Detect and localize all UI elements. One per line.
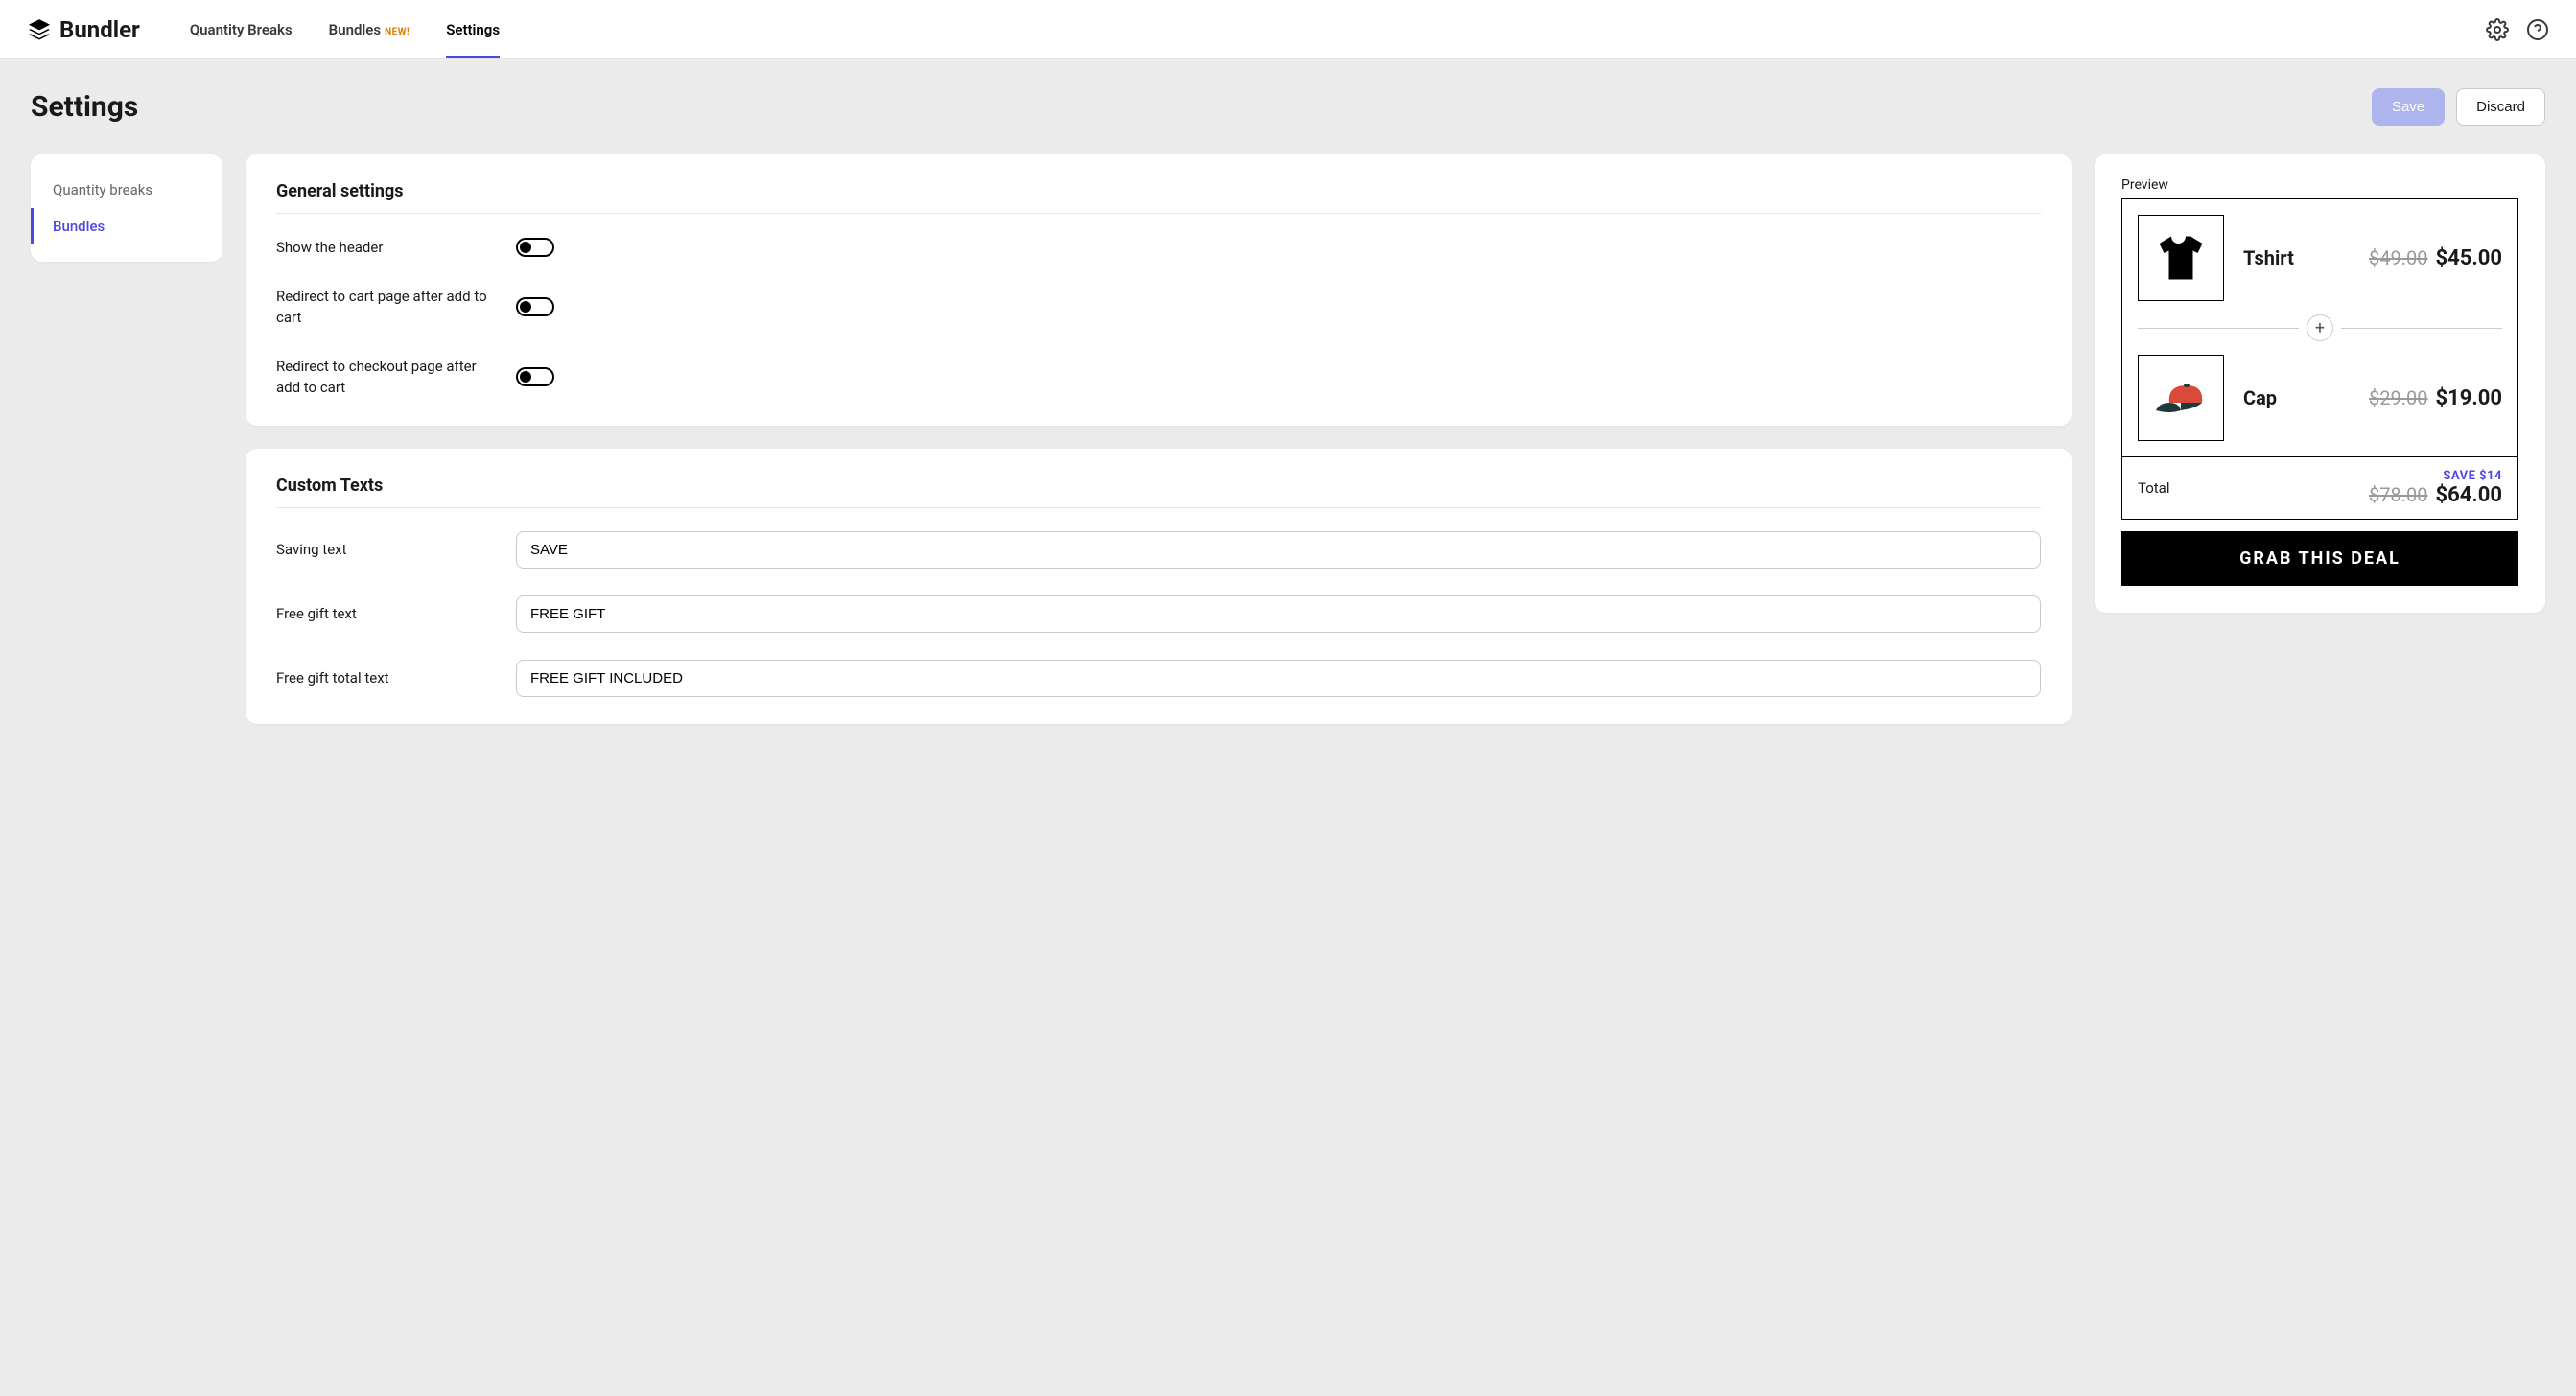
nav-settings[interactable]: Settings <box>446 2 500 58</box>
setting-label: Free gift text <box>276 603 516 625</box>
sidebar-item-quantity-breaks[interactable]: Quantity breaks <box>31 172 222 208</box>
setting-row: Free gift total text <box>276 660 2041 697</box>
stack-icon <box>27 17 52 42</box>
gear-icon[interactable] <box>2486 18 2509 41</box>
grab-deal-button[interactable]: GRAB THIS DEAL <box>2121 531 2518 586</box>
plus-icon: + <box>2307 314 2333 341</box>
saving-text-input[interactable] <box>516 531 2041 569</box>
preview-old-price: $49.00 <box>2369 246 2427 269</box>
help-icon[interactable] <box>2526 18 2549 41</box>
nav-bundles[interactable]: BundlesNEW! <box>329 2 410 58</box>
preview-total-label: Total <box>2138 479 2170 497</box>
preview-old-price: $29.00 <box>2369 386 2427 409</box>
general-settings-panel: General settings Show the header Redirec… <box>246 154 2072 426</box>
logo-text: Bundler <box>59 16 140 43</box>
sidebar-item-bundles[interactable]: Bundles <box>31 208 222 244</box>
tshirt-icon <box>2138 215 2224 301</box>
custom-texts-panel: Custom Texts Saving text Free gift text … <box>246 449 2072 724</box>
preview-item-name: Tshirt <box>2243 246 2294 269</box>
preview-panel: Preview Tshirt $49.00 $45.00 + <box>2095 154 2545 613</box>
preview-divider: + <box>2138 314 2502 341</box>
setting-row: Free gift text <box>276 595 2041 633</box>
setting-label: Redirect to cart page after add to cart <box>276 286 516 329</box>
nav-quantity-breaks[interactable]: Quantity Breaks <box>190 2 293 58</box>
page-title: Settings <box>31 90 138 124</box>
toggle-redirect-cart[interactable] <box>516 297 554 316</box>
toggle-redirect-checkout[interactable] <box>516 367 554 386</box>
free-gift-text-input[interactable] <box>516 595 2041 633</box>
preview-item-name: Cap <box>2243 386 2277 409</box>
preview-label: Preview <box>2121 177 2518 193</box>
preview-save-text: SAVE $14 <box>2369 469 2502 483</box>
setting-label: Show the header <box>276 237 516 259</box>
cap-icon <box>2138 355 2224 441</box>
preview-total: Total SAVE $14 $78.00 $64.00 <box>2122 456 2517 519</box>
page-header: Settings Save Discard <box>31 88 2545 126</box>
setting-label: Redirect to checkout page after add to c… <box>276 356 516 399</box>
preview-new-price: $45.00 <box>2436 246 2503 270</box>
preview-total-new: $64.00 <box>2436 483 2503 507</box>
panel-title: Custom Texts <box>276 476 2041 508</box>
toggle-show-header[interactable] <box>516 238 554 257</box>
panel-title: General settings <box>276 181 2041 214</box>
badge-new: NEW! <box>385 27 410 37</box>
preview-box: Tshirt $49.00 $45.00 + Cap $29.00 <box>2121 198 2518 520</box>
preview-item: Tshirt $49.00 $45.00 <box>2138 215 2502 301</box>
free-gift-total-text-input[interactable] <box>516 660 2041 697</box>
save-button[interactable]: Save <box>2372 88 2445 126</box>
topbar: Bundler Quantity Breaks BundlesNEW! Sett… <box>0 0 2576 59</box>
discard-button[interactable]: Discard <box>2456 88 2545 126</box>
preview-new-price: $19.00 <box>2436 386 2503 410</box>
setting-row: Saving text <box>276 531 2041 569</box>
setting-label: Free gift total text <box>276 667 516 689</box>
nav: Quantity Breaks BundlesNEW! Settings <box>190 2 500 58</box>
sidebar: Quantity breaks Bundles <box>31 154 222 262</box>
setting-row: Redirect to checkout page after add to c… <box>276 356 2041 399</box>
setting-row: Show the header <box>276 237 2041 259</box>
setting-label: Saving text <box>276 539 516 561</box>
logo: Bundler <box>27 16 140 43</box>
preview-item: Cap $29.00 $19.00 <box>2138 355 2502 441</box>
setting-row: Redirect to cart page after add to cart <box>276 286 2041 329</box>
preview-total-old: $78.00 <box>2369 483 2427 506</box>
